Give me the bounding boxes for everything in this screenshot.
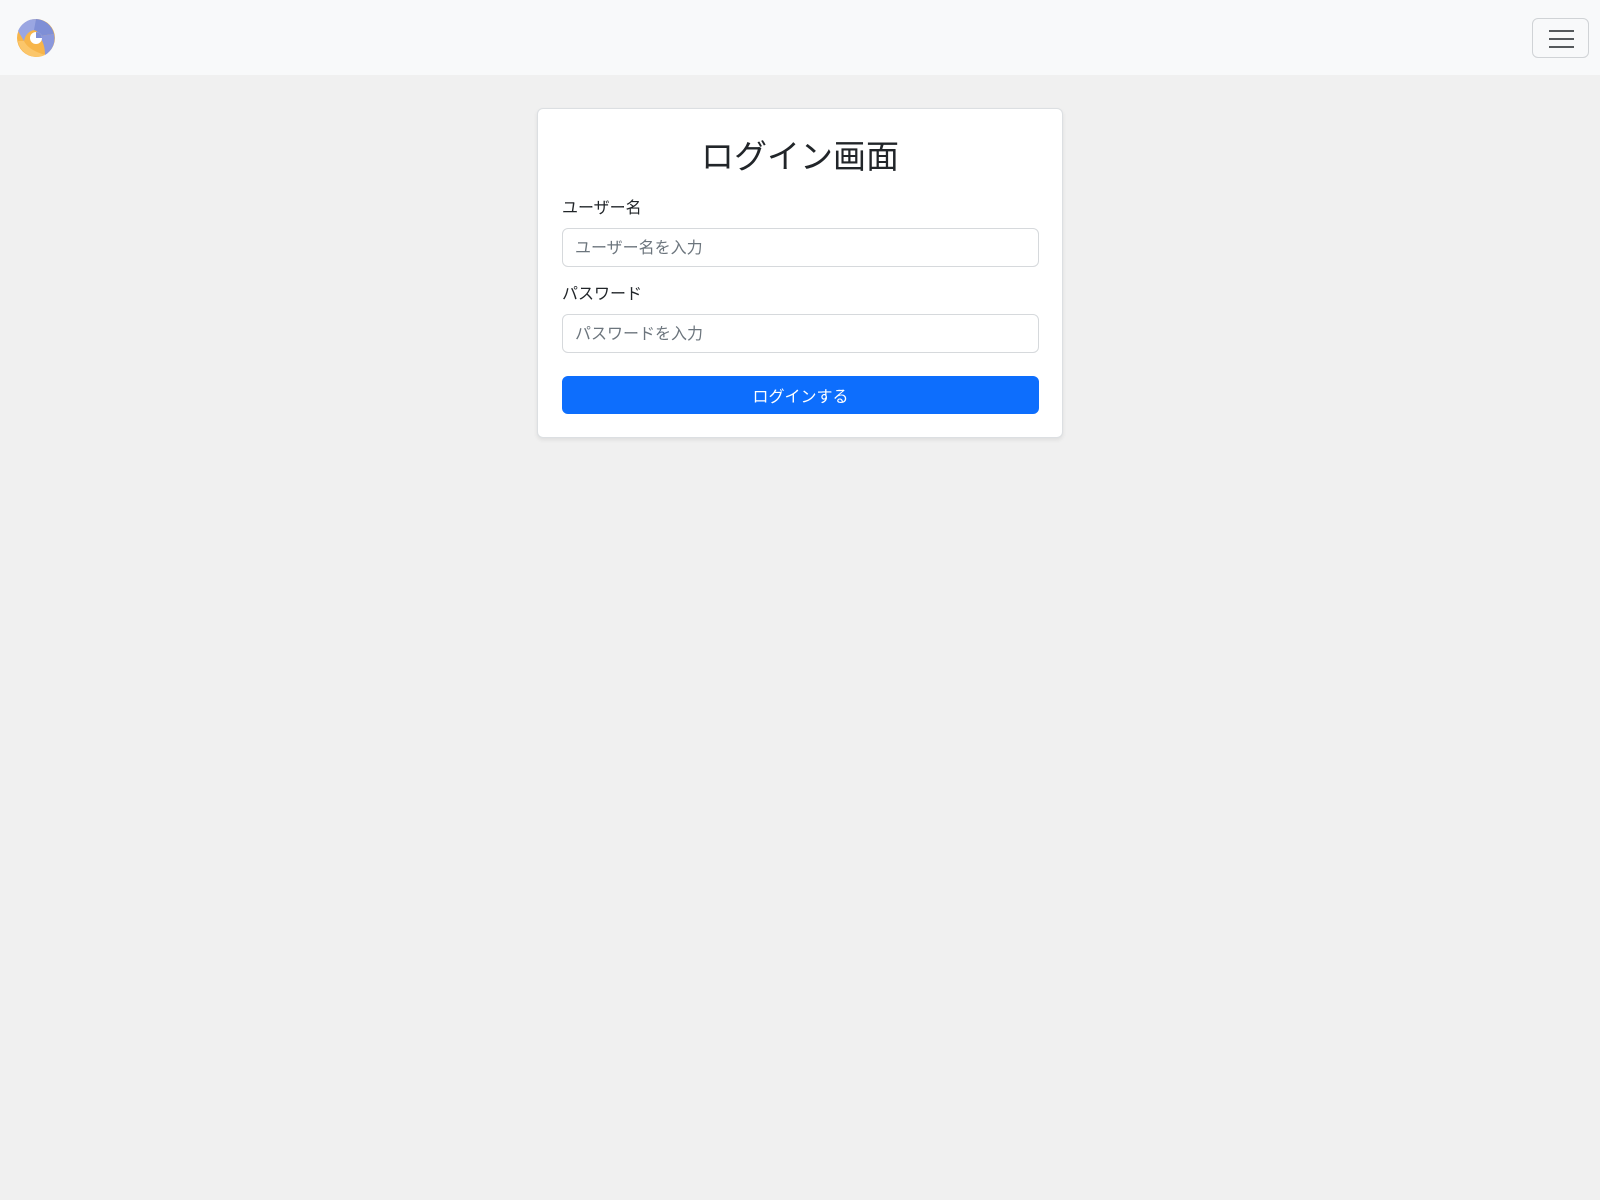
volleyball-logo-icon[interactable] [15, 17, 57, 59]
login-card: ログイン画面 ユーザー名 パスワード ログインする [537, 108, 1063, 438]
navbar-toggle-button[interactable] [1532, 18, 1589, 58]
password-input[interactable] [562, 314, 1039, 353]
page-title: ログイン画面 [701, 137, 899, 176]
top-navbar [0, 0, 1600, 75]
login-button[interactable]: ログインする [562, 376, 1039, 414]
password-label: パスワード [562, 284, 643, 303]
hamburger-menu-icon [1549, 30, 1574, 48]
username-label: ユーザー名 [562, 198, 642, 217]
username-input[interactable] [562, 228, 1039, 267]
